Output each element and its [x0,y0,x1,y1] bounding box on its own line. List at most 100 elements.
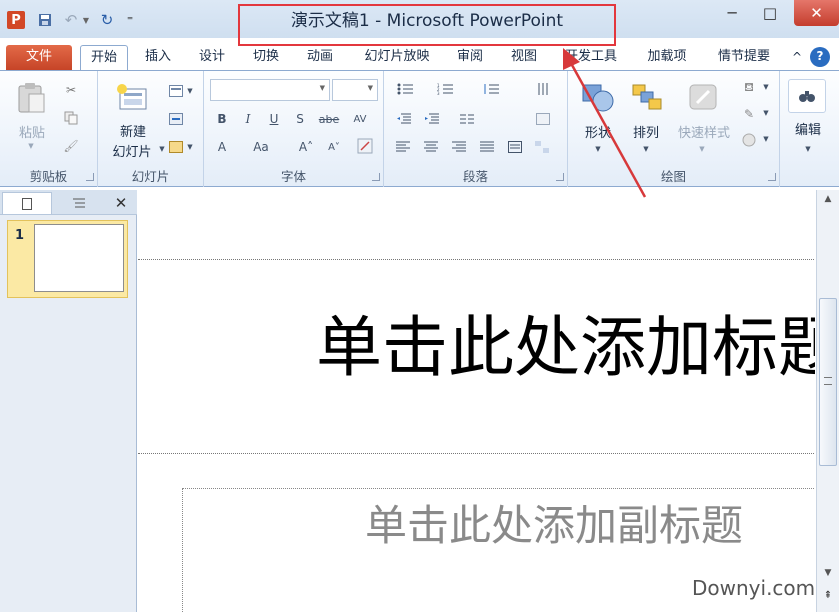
arrange-dropdown-icon[interactable]: ▼ [642,145,650,153]
minimize-button[interactable]: ─ [714,0,750,26]
slide-thumbnail-item[interactable]: 1 [7,220,128,298]
copy-icon[interactable] [62,109,80,127]
powerpoint-logo-icon[interactable]: P [7,11,25,29]
customize-qat-icon[interactable]: ⁼ [124,11,136,29]
tab-outline-view[interactable] [54,192,104,214]
shapes-icon[interactable] [580,81,616,115]
layout-icon[interactable] [168,83,184,99]
align-center-icon[interactable] [422,139,440,155]
tab-transitions[interactable]: 切换 [244,45,288,70]
paste-button[interactable]: 粘贴 [10,122,54,141]
tab-home[interactable]: 开始 [80,45,128,71]
tab-design[interactable]: 设计 [190,45,234,70]
editing-dropdown-icon[interactable]: ▼ [804,145,812,153]
layout-dropdown-icon[interactable]: ▼ [186,87,194,95]
undo-icon[interactable]: ↶ [62,11,80,29]
change-case-button[interactable]: Aa [250,139,272,155]
shape-outline-dropdown-icon[interactable]: ▼ [762,109,770,117]
previous-slide-icon[interactable]: ⇞ [820,590,836,604]
scroll-down-icon[interactable]: ▼ [820,568,836,582]
paste-icon[interactable] [14,81,48,115]
shadow-button[interactable]: S [292,111,308,127]
distributed-icon[interactable] [506,139,524,155]
close-button[interactable]: ✕ [794,0,839,26]
shrink-font-button[interactable]: A˅ [324,139,344,155]
numbering-icon[interactable]: 123 [434,81,456,97]
character-spacing-button[interactable]: AV [350,111,370,127]
font-name-select[interactable]: ▼ [210,79,330,101]
justify-icon[interactable] [478,139,496,155]
new-slide-dropdown-icon[interactable]: ▼ [158,145,166,153]
shape-effects-dropdown-icon[interactable]: ▼ [762,135,770,143]
bullets-icon[interactable] [394,81,416,97]
vertical-scrollbar[interactable]: ▲ ▼ ⇞ [816,190,839,612]
font-launcher-icon[interactable] [372,173,380,181]
new-slide-label-1[interactable]: 新建 [110,121,156,140]
editing-button[interactable]: 编辑 [786,119,830,138]
shape-fill-icon[interactable]: ⛾ [740,79,758,97]
drawing-launcher-icon[interactable] [768,173,776,181]
maximize-button[interactable]: □ [752,0,788,26]
tab-file[interactable]: 文件 [6,45,72,70]
section-icon[interactable] [168,139,184,155]
redo-icon[interactable]: ↻ [98,11,116,29]
tab-slide-show[interactable]: 幻灯片放映 [352,45,442,70]
italic-button[interactable]: I [240,111,256,127]
align-left-icon[interactable] [394,139,412,155]
format-painter-icon[interactable]: 🖌 [62,137,80,155]
tab-addins[interactable]: 加载项 [638,45,696,70]
shapes-button[interactable]: 形状 [576,122,620,141]
underline-button[interactable]: U [266,111,282,127]
minimize-ribbon-icon[interactable]: ^ [788,45,806,70]
tab-view[interactable]: 视图 [502,45,546,70]
increase-indent-icon[interactable] [422,111,442,127]
line-spacing-icon[interactable] [480,81,502,97]
clear-formatting-icon[interactable] [356,137,374,155]
paragraph-launcher-icon[interactable] [556,173,564,181]
new-slide-icon[interactable] [114,81,152,115]
close-panel-button[interactable]: ✕ [108,192,134,214]
decrease-indent-icon[interactable] [394,111,414,127]
reset-icon[interactable] [168,111,184,127]
undo-dropdown-icon[interactable]: ▼ [82,11,90,29]
arrange-button[interactable]: 排列 [624,122,668,141]
shape-effects-icon[interactable] [740,131,758,149]
strikethrough-button[interactable]: abe [316,111,342,127]
quick-styles-icon[interactable] [686,81,720,115]
arrange-icon[interactable] [630,81,664,115]
text-direction-icon[interactable] [532,81,554,97]
slide-thumbnail[interactable] [34,224,124,292]
section-dropdown-icon[interactable]: ▼ [186,143,194,151]
tab-developer[interactable]: 开发工具 [556,45,626,70]
smartart-icon[interactable] [532,139,552,155]
cut-icon[interactable]: ✂ [62,81,80,99]
quick-styles-dropdown-icon[interactable]: ▼ [698,145,706,153]
find-icon[interactable] [788,79,826,113]
tab-animations[interactable]: 动画 [298,45,342,70]
shape-outline-icon[interactable]: ✎ [740,105,758,123]
tab-insert[interactable]: 插入 [136,45,180,70]
shapes-dropdown-icon[interactable]: ▼ [594,145,602,153]
quick-styles-button[interactable]: 快速样式 [672,122,736,141]
tab-review[interactable]: 审阅 [448,45,492,70]
scroll-thumb[interactable] [819,298,837,466]
new-slide-label-2[interactable]: 幻灯片 [104,141,160,160]
tab-storyboarding[interactable]: 情节提要 [706,45,782,70]
align-text-icon[interactable] [532,111,554,127]
grow-font-button[interactable]: A˄ [296,139,316,155]
font-color-button[interactable]: A [214,139,230,155]
align-right-icon[interactable] [450,139,468,155]
help-icon[interactable]: ? [810,47,830,67]
paste-dropdown-icon[interactable]: ▼ [26,141,36,151]
bold-button[interactable]: B [214,111,230,127]
clipboard-launcher-icon[interactable] [86,173,94,181]
drawing-group: 形状 ▼ 排列 ▼ 快速样式 ▼ ⛾ ▼ ✎ ▼ ▼ 绘图 [568,71,780,187]
shape-fill-dropdown-icon[interactable]: ▼ [762,83,770,91]
tab-slides-view[interactable] [2,192,52,214]
title-placeholder[interactable]: 单击此处添加标题 [138,308,815,388]
scroll-up-icon[interactable]: ▲ [820,194,836,208]
columns-icon[interactable] [456,111,478,127]
subtitle-placeholder[interactable]: 单击此处添加副标题 [365,489,743,563]
font-size-select[interactable]: ▼ [332,79,378,101]
save-icon[interactable] [36,11,54,29]
